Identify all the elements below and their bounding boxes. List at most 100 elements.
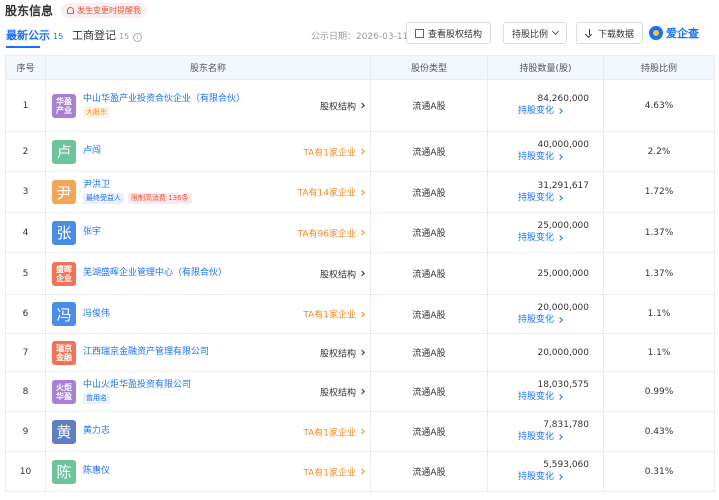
table-row: 3 尹尹洪卫 最终受益人 限制高消费 136条 TA有14家企业 流通A股 31,291,6… (5, 171, 715, 213)
share-qty-cell: 84,260,000 持股变化 (487, 79, 604, 132)
holder-name-link[interactable]: 尹洪卫 (83, 180, 243, 191)
table-row: 10 陈陈惠仪 TA有1家企业 流通A股 5,593,060 持股变化 0.31% (5, 451, 715, 492)
share-type: 流通A股 (370, 294, 488, 334)
chevron-right-icon (557, 434, 563, 440)
chevron-right-icon (557, 474, 563, 480)
avatar[interactable]: 华盈产业 (52, 93, 76, 118)
logo-icon (649, 26, 663, 40)
share-type: 流通A股 (370, 212, 488, 253)
avatar[interactable]: 盛晖企业 (52, 261, 76, 286)
share-type: 流通A股 (370, 131, 488, 172)
notify-button[interactable]: 发生变更时提醒我 (61, 2, 148, 18)
share-ratio: 1.37% (603, 252, 715, 295)
holder-name-link[interactable]: 黄力志 (83, 426, 243, 437)
avatar[interactable]: 黄 (52, 419, 76, 444)
holding-change-label: 持股变化 (518, 392, 555, 402)
holder-name-link[interactable]: 陈惠仪 (83, 466, 243, 477)
download-button[interactable]: 下载数据 (576, 22, 644, 44)
holding-change-link[interactable]: 持股变化 (488, 431, 603, 444)
avatar[interactable]: 张 (52, 220, 76, 245)
share-type: 流通A股 (370, 333, 488, 372)
chevron-right-icon (557, 154, 563, 160)
holder-action-link[interactable]: 股权结构 (319, 346, 365, 359)
avatar[interactable]: 尹 (52, 180, 76, 204)
share-type: 流通A股 (370, 79, 488, 132)
avatar[interactable]: 瑞京金融 (52, 340, 76, 365)
holding-change-link[interactable]: 持股变化 (488, 391, 603, 404)
holding-change-label: 持股变化 (518, 314, 555, 325)
col-share-ratio: 持股比例 (603, 55, 715, 80)
holder-name-link[interactable]: 江西瑞京金融资产管理有限公司 (83, 347, 243, 358)
row-index: 9 (5, 411, 46, 452)
holder-action-label: TA有1家企业 (303, 468, 356, 478)
share-ratio: 1.72% (603, 171, 715, 213)
tag-list: 最终受益人 限制高消费 136条 (83, 193, 243, 204)
avatar[interactable]: 火炬华盈 (52, 379, 76, 404)
holder-tag[interactable]: 最终受益人 (83, 193, 124, 204)
share-ratio: 0.99% (603, 371, 715, 412)
holder-action-link[interactable]: TA有1家企业 (303, 425, 365, 438)
holding-change-link[interactable]: 持股变化 (488, 151, 603, 164)
holder-tag[interactable]: 限制高消费 136条 (128, 193, 192, 204)
holder-action-link[interactable]: TA有1家企业 (303, 308, 365, 321)
holding-change-link[interactable]: 持股变化 (488, 232, 603, 245)
chevron-right-icon (359, 388, 365, 395)
holder-cell: 华盈产业 中山华盈产业投资合伙企业（有限合伙） 大股东 股权结构 (45, 79, 371, 132)
holder-action-link[interactable]: TA有14家企业 (298, 186, 365, 199)
holder-action-link[interactable]: 股权结构 (320, 385, 365, 398)
chevron-right-icon (557, 394, 563, 400)
view-equity-button[interactable]: 查看股权结构 (406, 22, 492, 44)
holder-action-link[interactable]: TA有96家企业 (298, 226, 365, 239)
share-qty-cell: 20,000,000 持股变化 (487, 294, 604, 334)
download-label: 下载数据 (598, 29, 635, 40)
tag-list: 曾用名 (83, 392, 243, 404)
holder-name-link[interactable]: 芜湖盛晖企业管理中心（有限合伙） (83, 268, 243, 279)
holder-action-label: TA有1家企业 (303, 310, 356, 321)
holder-action-link[interactable]: TA有1家企业 (303, 145, 365, 158)
share-ratio: 1.37% (603, 212, 715, 253)
holder-action-label: TA有1家企业 (303, 148, 356, 158)
avatar[interactable]: 卢 (52, 139, 76, 164)
chevron-right-icon (359, 428, 365, 435)
holder-name-link[interactable]: 卢闯 (83, 146, 243, 157)
holder-action-link[interactable]: 股权结构 (320, 99, 365, 112)
info-icon[interactable]: i (133, 33, 143, 42)
share-qty: 20,000,000 (537, 302, 589, 313)
row-index: 1 (5, 79, 46, 132)
table-row: 7 瑞京金融 江西瑞京金融资产管理有限公司 股权结构 流通A股 20,000,000 1.1… (5, 333, 715, 372)
tab-latest[interactable]: 最新公示 15 (6, 27, 63, 43)
col-index: 序号 (5, 55, 46, 80)
holder-tag[interactable]: 大股东 (83, 106, 110, 118)
share-ratio: 1.1% (603, 333, 715, 372)
share-ratio: 4.63% (603, 79, 715, 132)
ratio-select[interactable]: 持股比例 (503, 22, 568, 44)
holder-cell: 瑞京金融 江西瑞京金融资产管理有限公司 股权结构 (45, 333, 371, 372)
share-qty: 25,000,000 (537, 221, 589, 231)
chevron-right-icon (557, 194, 563, 201)
holder-name-link[interactable]: 冯俊伟 (83, 309, 243, 320)
holding-change-link[interactable]: 持股变化 (488, 105, 603, 118)
avatar[interactable]: 冯 (52, 302, 76, 326)
bell-icon (67, 6, 75, 14)
chevron-right-icon (359, 468, 365, 475)
holder-name-link[interactable]: 张宇 (83, 227, 243, 238)
holder-action-label: 股权结构 (319, 349, 356, 359)
holder-cell: 卢卢闯 TA有1家企业 (45, 131, 371, 172)
holder-cell: 张张宇 TA有96家企业 (45, 212, 371, 253)
tab-registry[interactable]: 工商登记 15 i (72, 27, 143, 43)
avatar[interactable]: 陈 (52, 459, 76, 484)
share-qty: 20,000,000 (537, 347, 589, 358)
holding-change-link[interactable]: 持股变化 (488, 192, 603, 205)
row-index: 7 (5, 333, 46, 372)
holder-tag[interactable]: 曾用名 (83, 392, 110, 404)
holder-name-link[interactable]: 中山火炬华盈投资有限公司 (83, 380, 243, 391)
holder-action-link[interactable]: 股权结构 (320, 267, 365, 280)
holding-change-link[interactable]: 持股变化 (488, 314, 603, 327)
holding-change-link[interactable]: 持股变化 (488, 471, 603, 484)
holder-action-link[interactable]: TA有1家企业 (303, 465, 365, 478)
holder-name-link[interactable]: 中山华盈产业投资合伙企业（有限合伙） (83, 94, 245, 105)
title-row: 股东信息 发生变更时提醒我 (5, 0, 148, 20)
share-ratio: 2.2% (603, 131, 715, 172)
share-qty: 7,831,780 (543, 420, 589, 430)
share-qty-cell: 20,000,000 (487, 333, 604, 372)
